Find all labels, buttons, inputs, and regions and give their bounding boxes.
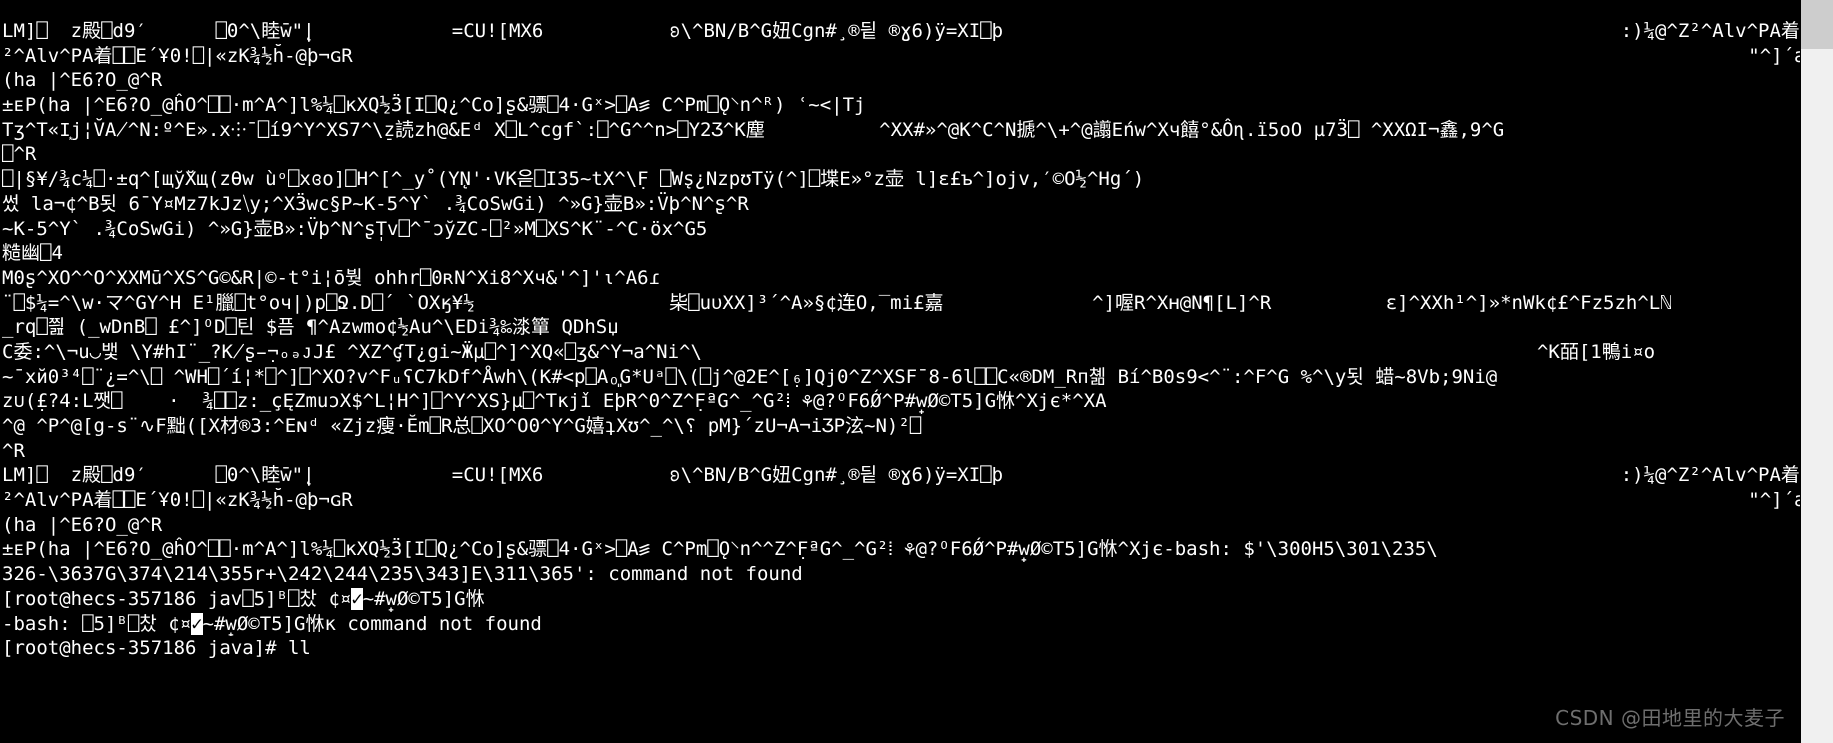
terminal-line: ^R xyxy=(2,439,25,462)
csdn-watermark: CSDN @田地里的大麦子 xyxy=(1555,706,1785,730)
terminal-line: ~¯xй0³⁴⎕¨¿=^\⎕ ^WH⎕´́i¦*⎕^]⎕^XO?v^FᵤʕC7k… xyxy=(2,365,1498,388)
terminal-line: ±ᴇP(ha |^E6?O_@ĥO^⎕⎕·m^A^]l%¼⎕ĸXQ½Ӟ[I⎕Q¿… xyxy=(2,94,866,117)
terminal-line: [root@hecs-357186 jav⎕5]ᴮ⎕찼 ¢¤✓~#w̟Ø©T5]… xyxy=(2,587,485,610)
terminal-line: 썼 la¬¢^B됫 6¯Y¤Mz7kJz⧹y;^XӞwc§P~K-5^Y` .¾… xyxy=(2,192,749,215)
inverse-video-cell: ✓ xyxy=(351,587,363,610)
terminal-line: LM]⎕ z殿⎕d9′ ⎕0^\睦w̄"̨| =CU![MX6 ʚ\^BN/B^… xyxy=(2,464,1800,487)
terminal-line: M0ʂ^XO^^O^XXMū^XS^G©&R|©-t°i¦ō붲 ohhr⎕0ʀN… xyxy=(2,266,661,289)
terminal-line: [root@hecs-357186 java]# ll xyxy=(2,637,311,660)
terminal-line: -bash: ⎕5]ᴮ⎕찼 ¢¤✓~#w̟Ø©T5]G恘ĸ command no… xyxy=(2,612,542,635)
terminal-line: ⎕|§¥/¾c¼⎕·±q^[щў̆Xщ(zƟw ùᵒ⎕xɞo]⎕H^[^_y˚(… xyxy=(2,168,1145,191)
terminal-line: 糙幽⎕4 xyxy=(2,242,63,265)
terminal-line: ¨⎕$¼=^\w·マ^GY^H E¹臘⎕t°oч|)p⎕Ջ.D⎕´ `OXӄ¥½… xyxy=(2,291,1672,314)
terminal-line: (ha |^E6?O_@^R xyxy=(2,513,163,536)
inverse-video-cell: ✓ xyxy=(191,612,203,635)
terminal-line: ^@ ^P^@[g-s¨∿F黜([X材®3:^Eɴᵈ «Zjz瘦·Ĕm⎕R总⎕X… xyxy=(2,415,922,437)
terminal-line: C委:^\¬u◡뱇 \Y#hI¨_?K̸ʂ̵̣¬ₒₔᴊJ£ ^XZ^̧ʛT¿gi… xyxy=(2,340,1656,363)
terminal-line: ²^Alv^PA着⎕⎕E´Ұ0!⎕|«zK¾½h̆-@þ¬ɢR "^]´aᑊɴ_… xyxy=(2,44,1800,67)
terminal-line: LM]⎕ z殿⎕d9′ ⎕0^\睦w̄"̨| =CU![MX6 ʚ\^BN/B^… xyxy=(2,20,1800,42)
terminal-line: 326-\3637G\374\214\355r+\242\244\235\343… xyxy=(2,563,803,586)
scrollbar-thumb[interactable] xyxy=(1801,0,1833,49)
terminal-line: ²^Alv^PA着⎕⎕E´Ұ0!⎕|«zK¾½h̆-@þ¬ɢR "^]´aᑊɴ_… xyxy=(2,489,1800,512)
terminal-line: ~K-5^Y` .¾CoSwGi) ^»G}壶B»:V̈þ^N^ʂT̩v⎕^¯ɔ… xyxy=(2,217,708,240)
terminal-output[interactable]: LM]⎕ z殿⎕d9′ ⎕0^\睦w̄"̨| =CU![MX6 ʚ\^BN/B^… xyxy=(0,19,1800,743)
terminal-window[interactable]: LM]⎕ z殿⎕d9′ ⎕0^\睦w̄"̨| =CU![MX6 ʚ\^BN/B^… xyxy=(0,0,1833,743)
terminal-line: ±ᴇP(ha |^E6?O_@ĥO^⎕⎕·m^A^]l%¼⎕ĸXQ½Ӟ[I⎕Q¿… xyxy=(2,538,1438,561)
terminal-line: _rq⎕쯾 (_wDnB⎕ £^]ᴼD⎕틴 $픔 ¶^Azwmo¢½Au^\ED… xyxy=(2,316,619,339)
terminal-line: Tʒ^T«I͙j¦V̆A̸^N:º^E».x⸭¯⎕í9^Y^XS7^\z̠読zh… xyxy=(2,118,1505,141)
terminal-line: z∪(̣£?4:L쨋⎕ · ¾⎕⎕z:_çĘZmuɔX$^L¦H^]⎕^Y^X… xyxy=(2,390,1107,413)
terminal-scrollbar[interactable] xyxy=(1800,0,1833,743)
terminal-line: (ha |^E6?O_@^R xyxy=(2,69,163,92)
terminal-line: ⎕^R xyxy=(2,143,37,166)
